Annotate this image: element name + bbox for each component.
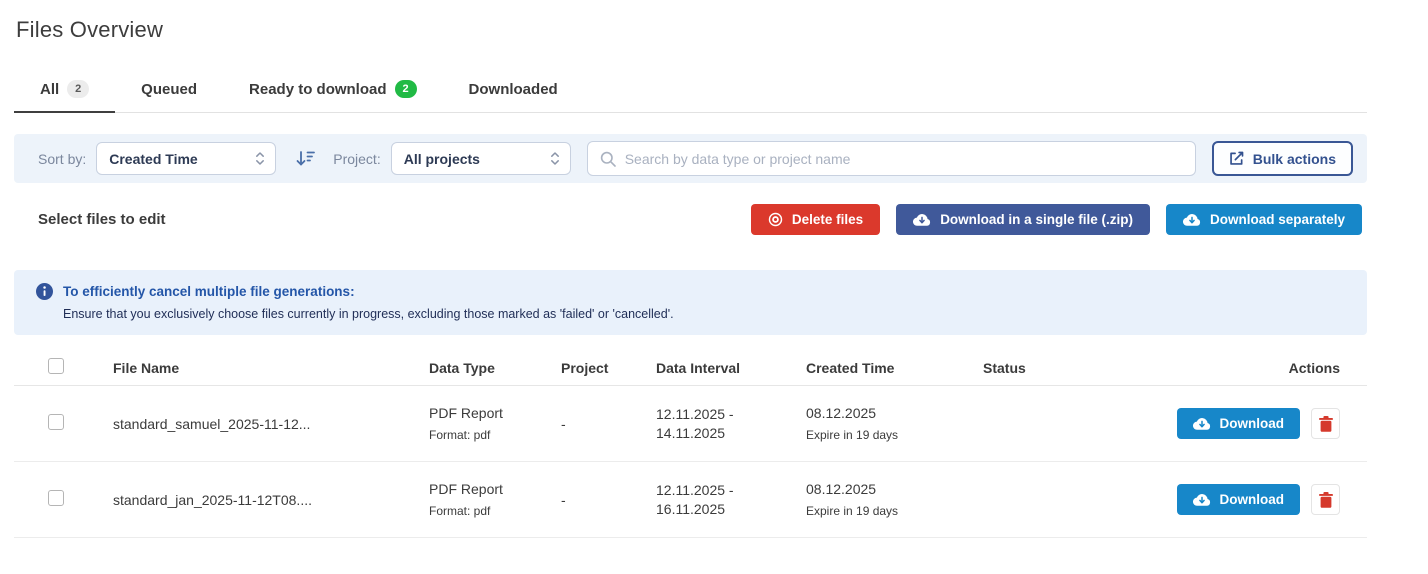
tab-queued[interactable]: Queued <box>115 72 223 112</box>
table-header-row: File Name Data Type Project Data Interva… <box>14 350 1367 386</box>
project-value: - <box>561 491 566 508</box>
created-date: 08.12.2025 <box>806 405 877 421</box>
cloud-download-icon <box>913 213 931 227</box>
info-banner-title: To efficiently cancel multiple file gene… <box>63 284 355 299</box>
delete-files-label: Delete files <box>791 212 864 227</box>
trash-icon <box>1318 491 1333 508</box>
selection-toolbar: Select files to edit Delete files Downlo… <box>14 204 1367 235</box>
info-icon <box>36 283 53 300</box>
created-date: 08.12.2025 <box>806 481 877 497</box>
filter-bar: Sort by: Created Time Project: All proje… <box>14 134 1367 183</box>
header-data-interval: Data Interval <box>656 359 741 376</box>
file-format: Format: pdf <box>429 504 491 518</box>
files-table: File Name Data Type Project Data Interva… <box>14 350 1367 538</box>
project-label: Project: <box>333 150 381 167</box>
expiry-note: Expire in 19 days <box>806 428 899 442</box>
header-data-type: Data Type <box>429 359 495 376</box>
cloud-download-icon <box>1182 213 1201 227</box>
project-select[interactable]: All projects <box>390 142 571 175</box>
download-separately-button[interactable]: Download separately <box>1165 204 1362 235</box>
info-banner: To efficiently cancel multiple file gene… <box>14 270 1367 335</box>
sort-descending-icon <box>296 151 316 166</box>
tab-queued-label: Queued <box>141 80 198 98</box>
info-banner-body: Ensure that you exclusively choose files… <box>63 307 674 321</box>
sort-by-select[interactable]: Created Time <box>96 142 277 175</box>
tab-downloaded-label: Downloaded <box>468 80 558 98</box>
cloud-download-icon <box>1192 417 1211 431</box>
trash-icon <box>1318 415 1333 432</box>
data-type: PDF Report <box>429 481 503 497</box>
download-separately-label: Download separately <box>1209 212 1345 227</box>
bulk-actions-button[interactable]: Bulk actions <box>1211 141 1353 176</box>
search-input[interactable] <box>624 150 1183 167</box>
download-button[interactable]: Download <box>1176 484 1300 515</box>
file-name: standard_samuel_2025-11-12... <box>113 415 311 432</box>
expiry-note: Expire in 19 days <box>806 504 899 518</box>
row-checkbox[interactable] <box>48 414 64 430</box>
interval-start: 12.11.2025 - <box>656 482 734 498</box>
data-type: PDF Report <box>429 405 503 421</box>
delete-row-button[interactable] <box>1311 484 1340 515</box>
interval-end: 14.11.2025 <box>656 425 726 441</box>
table-row: standard_samuel_2025-11-12... PDF Report… <box>14 386 1367 462</box>
files-overview-page: Files Overview All 2 Queued Ready to dow… <box>14 0 1367 538</box>
download-zip-button[interactable]: Download in a single file (.zip) <box>896 204 1150 235</box>
select-all-checkbox[interactable] <box>48 358 64 374</box>
header-file-name: File Name <box>113 359 180 376</box>
page-title: Files Overview <box>16 17 164 42</box>
tab-ready-to-download[interactable]: Ready to download 2 <box>223 72 443 112</box>
selector-chevrons-icon <box>255 151 265 166</box>
tab-downloaded[interactable]: Downloaded <box>443 72 584 112</box>
selector-chevrons-icon <box>550 151 560 166</box>
bulk-actions-label: Bulk actions <box>1252 150 1336 167</box>
download-button[interactable]: Download <box>1176 408 1300 439</box>
file-name: standard_jan_2025-11-12T08.... <box>113 491 312 508</box>
row-checkbox[interactable] <box>48 490 64 506</box>
tab-all-label: All <box>40 80 60 98</box>
header-project: Project <box>561 359 609 376</box>
download-zip-label: Download in a single file (.zip) <box>940 212 1133 227</box>
download-button-label: Download <box>1219 492 1285 507</box>
edit-icon <box>1229 151 1244 166</box>
tab-all[interactable]: All 2 <box>14 72 116 113</box>
search-icon <box>600 151 616 167</box>
tab-ready-count-badge: 2 <box>394 80 417 98</box>
sort-direction-button[interactable] <box>296 150 316 167</box>
tab-ready-label: Ready to download <box>249 80 387 98</box>
sort-by-label: Sort by: <box>38 150 87 167</box>
delete-files-button[interactable]: Delete files <box>750 204 881 235</box>
table-row: standard_jan_2025-11-12T08.... PDF Repor… <box>14 462 1367 538</box>
project-value: - <box>561 415 566 432</box>
interval-end: 16.11.2025 <box>656 501 726 517</box>
header-status: Status <box>983 359 1026 376</box>
bulk-action-buttons: Delete files Download in a single file (… <box>750 204 1362 235</box>
tab-all-count-badge: 2 <box>67 80 90 98</box>
interval-start: 12.11.2025 - <box>656 406 734 422</box>
delete-row-button[interactable] <box>1311 408 1340 439</box>
header-actions: Actions <box>1288 359 1340 376</box>
file-format: Format: pdf <box>429 428 491 442</box>
cancel-circle-icon <box>768 212 783 227</box>
download-button-label: Download <box>1219 416 1285 431</box>
project-value: All projects <box>403 150 480 167</box>
search-box <box>586 141 1196 176</box>
cloud-download-icon <box>1192 493 1211 507</box>
header-created-time: Created Time <box>806 359 895 376</box>
tab-bar: All 2 Queued Ready to download 2 Downloa… <box>14 72 1367 113</box>
select-files-title: Select files to edit <box>38 211 166 228</box>
sort-by-value: Created Time <box>109 150 198 167</box>
